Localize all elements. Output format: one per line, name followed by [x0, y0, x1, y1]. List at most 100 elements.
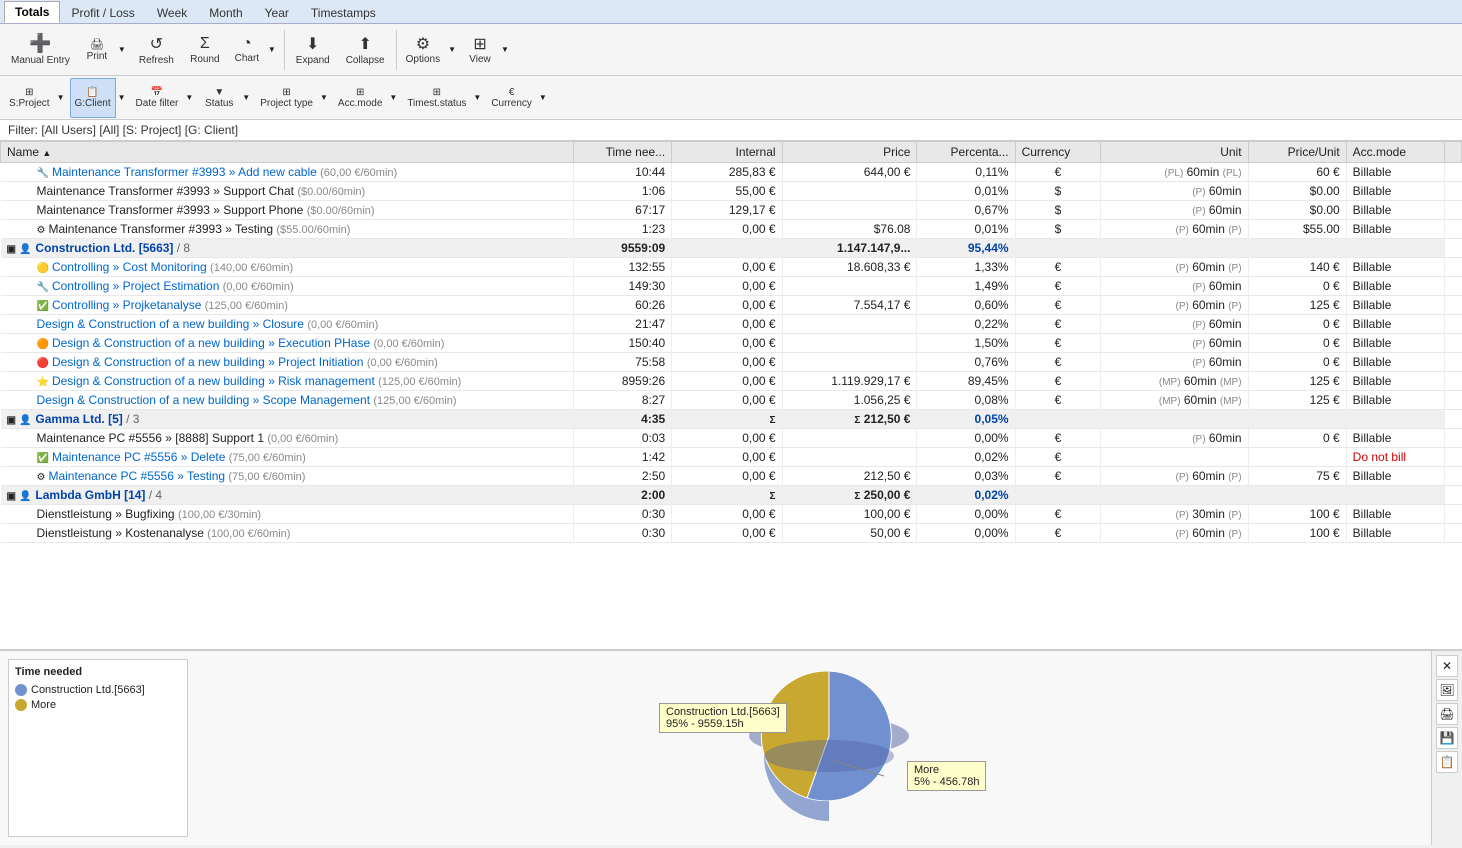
- expand-button[interactable]: ⬇ Expand: [289, 27, 337, 73]
- chart-dropdown-arrow[interactable]: ▼: [265, 27, 280, 73]
- chart-button[interactable]: ◔ Chart: [229, 27, 265, 73]
- manual-entry-button[interactable]: ➕ Manual Entry: [4, 27, 77, 73]
- table-row[interactable]: Maintenance Transformer #3993 » Support …: [1, 182, 1462, 201]
- col-unit[interactable]: Unit: [1101, 142, 1248, 163]
- col-internal[interactable]: Internal: [672, 142, 782, 163]
- row-unit-cell: (P) 60min (P): [1101, 524, 1248, 543]
- project-type-button[interactable]: ⊞ Project type: [255, 78, 318, 118]
- timest-status-button[interactable]: ⊞ Timest.status: [402, 78, 471, 118]
- group-price-cell: Σ 212,50 €: [782, 410, 917, 429]
- expand-icon[interactable]: ▣: [7, 415, 16, 426]
- status-button[interactable]: ▼ Status: [198, 78, 240, 118]
- view-button[interactable]: ⊞ View: [462, 27, 498, 73]
- table-row[interactable]: 🔧Maintenance Transformer #3993 » Add new…: [1, 163, 1462, 182]
- table-row[interactable]: 🔴Design & Construction of a new building…: [1, 353, 1462, 372]
- legend-item-1[interactable]: Construction Ltd.[5663]: [15, 684, 181, 696]
- separator-1: [284, 30, 285, 70]
- group-time-cell: 4:35: [574, 410, 672, 429]
- table-row[interactable]: ▣👤Lambda GmbH [14] / 42:00ΣΣ 250,00 €0,0…: [1, 486, 1462, 505]
- tab-year[interactable]: Year: [254, 2, 300, 23]
- col-name[interactable]: Name: [1, 142, 574, 163]
- s-project-button[interactable]: ⊞ S:Project: [4, 78, 55, 118]
- view-dropdown-arrow[interactable]: ▼: [498, 27, 513, 73]
- table-row[interactable]: ✅Controlling » Projketanalyse (125,00 €/…: [1, 296, 1462, 315]
- table-row[interactable]: Design & Construction of a new building …: [1, 315, 1462, 334]
- status-arrow[interactable]: ▼: [240, 78, 253, 118]
- timest-status-arrow[interactable]: ▼: [471, 78, 484, 118]
- table-row[interactable]: Dienstleistung » Bugfixing (100,00 €/30m…: [1, 505, 1462, 524]
- row-unit-cell: (P) 60min: [1101, 315, 1248, 334]
- tab-totals[interactable]: Totals: [4, 1, 60, 23]
- table-row[interactable]: Maintenance Transformer #3993 » Support …: [1, 201, 1462, 220]
- table-row[interactable]: ✅Maintenance PC #5556 » Delete (75,00 €/…: [1, 448, 1462, 467]
- table-row[interactable]: Maintenance PC #5556 » [8888] Support 1 …: [1, 429, 1462, 448]
- acc-mode-button[interactable]: ⊞ Acc.mode: [333, 78, 387, 118]
- group-percent-cell: 95,44%: [917, 239, 1015, 258]
- tab-timestamps[interactable]: Timestamps: [300, 2, 387, 23]
- table-row[interactable]: ⭐Design & Construction of a new building…: [1, 372, 1462, 391]
- row-name: Design & Construction of a new building …: [37, 317, 304, 331]
- table-row[interactable]: ⚙Maintenance Transformer #3993 » Testing…: [1, 220, 1462, 239]
- row-acc-cell: Billable: [1346, 334, 1444, 353]
- date-filter-arrow[interactable]: ▼: [183, 78, 196, 118]
- row-price-unit-cell: [1248, 448, 1346, 467]
- legend-item-2[interactable]: More: [15, 699, 181, 711]
- table-row[interactable]: 🟡Controlling » Cost Monitoring (140,00 €…: [1, 258, 1462, 277]
- col-time[interactable]: Time nee...: [574, 142, 672, 163]
- manual-entry-label: Manual Entry: [11, 55, 70, 66]
- project-type-arrow[interactable]: ▼: [318, 78, 331, 118]
- image-button[interactable]: 🖼: [1436, 679, 1458, 701]
- round-button[interactable]: Σ Round: [183, 27, 227, 73]
- expand-icon[interactable]: ▣: [7, 491, 16, 502]
- options-dropdown-arrow[interactable]: ▼: [445, 27, 460, 73]
- row-acc-cell: Billable: [1346, 315, 1444, 334]
- col-acc-mode[interactable]: Acc.mode: [1346, 142, 1444, 163]
- print-panel-button[interactable]: 🖨: [1436, 703, 1458, 725]
- col-price-unit[interactable]: Price/Unit: [1248, 142, 1346, 163]
- collapse-button[interactable]: ⬆ Collapse: [339, 27, 392, 73]
- chart-tooltip-2: More 5% - 456.78h: [907, 761, 986, 791]
- col-currency[interactable]: Currency: [1015, 142, 1101, 163]
- currency-button[interactable]: € Currency: [486, 78, 537, 118]
- row-price-unit-cell: $55.00: [1248, 220, 1346, 239]
- group-percent-cell: 0,02%: [917, 486, 1015, 505]
- right-icon-panel: ✕ 🖼 🖨 💾 📋: [1431, 651, 1462, 845]
- tab-week[interactable]: Week: [146, 2, 198, 23]
- table-row[interactable]: ▣👤Gamma Ltd. [5] / 34:35ΣΣ 212,50 €0,05%: [1, 410, 1462, 429]
- group-icon: 👤: [19, 415, 31, 426]
- row-currency-cell: €: [1015, 429, 1101, 448]
- status-group: ▼ Status ▼: [198, 78, 253, 118]
- col-percent[interactable]: Percenta...: [917, 142, 1015, 163]
- group-internal-cell: [672, 239, 782, 258]
- acc-mode-arrow[interactable]: ▼: [387, 78, 400, 118]
- clipboard-panel-button[interactable]: 📋: [1436, 751, 1458, 773]
- date-filter-button[interactable]: 📅 Date filter: [131, 78, 184, 118]
- data-table-container[interactable]: Name Time nee... Internal Price Percenta…: [0, 141, 1462, 650]
- refresh-button[interactable]: ↺ Refresh: [132, 27, 181, 73]
- table-row[interactable]: ▣👤Construction Ltd. [5663] / 89559:091.1…: [1, 239, 1462, 258]
- col-price[interactable]: Price: [782, 142, 917, 163]
- save-panel-button[interactable]: 💾: [1436, 727, 1458, 749]
- close-panel-button[interactable]: ✕: [1436, 655, 1458, 677]
- options-icon: ⚙: [416, 34, 430, 54]
- table-row[interactable]: Dienstleistung » Kostenanalyse (100,00 €…: [1, 524, 1462, 543]
- s-project-arrow[interactable]: ▼: [55, 78, 68, 118]
- table-row[interactable]: ⚙Maintenance PC #5556 » Testing (75,00 €…: [1, 467, 1462, 486]
- print-dropdown-arrow[interactable]: ▼: [115, 27, 130, 73]
- table-row[interactable]: 🔧Controlling » Project Estimation (0,00 …: [1, 277, 1462, 296]
- g-client-button[interactable]: 📋 G:Client: [70, 78, 116, 118]
- expand-icon[interactable]: ▣: [7, 244, 16, 255]
- row-name: Design & Construction of a new building …: [52, 336, 370, 350]
- options-label: Options: [406, 54, 440, 65]
- table-row[interactable]: Design & Construction of a new building …: [1, 391, 1462, 410]
- options-button[interactable]: ⚙ Options: [401, 27, 445, 73]
- table-row[interactable]: 🟠Design & Construction of a new building…: [1, 334, 1462, 353]
- tab-profit-loss[interactable]: Profit / Loss: [60, 2, 145, 23]
- row-rate: (125,00 €/60min): [205, 300, 288, 312]
- expand-label: Expand: [296, 55, 330, 66]
- tab-month[interactable]: Month: [198, 2, 253, 23]
- g-client-arrow[interactable]: ▼: [116, 78, 129, 118]
- print-button[interactable]: 🖨 Print: [79, 27, 115, 73]
- currency-arrow[interactable]: ▼: [537, 78, 550, 118]
- row-name: Maintenance Transformer #3993 » Support …: [37, 184, 294, 198]
